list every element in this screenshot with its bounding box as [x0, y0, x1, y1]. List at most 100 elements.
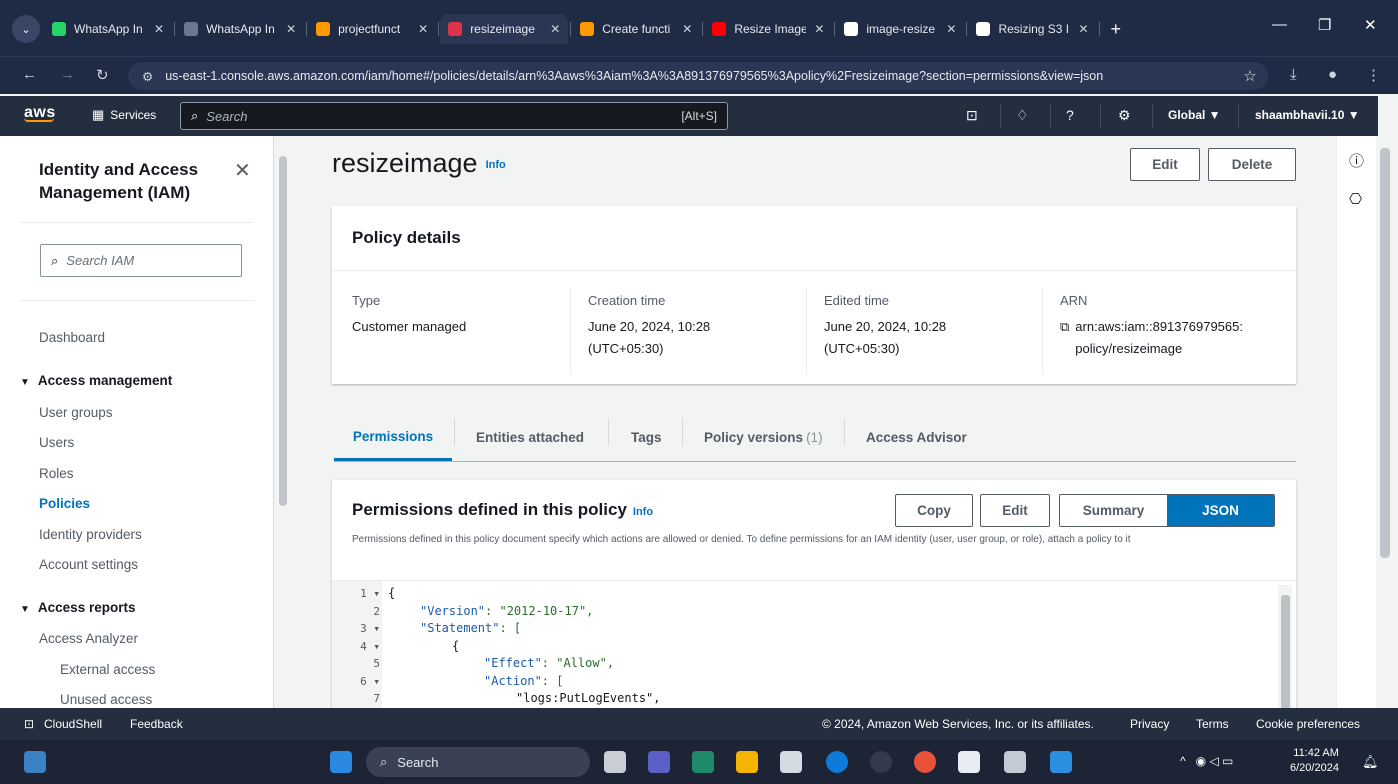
- clock[interactable]: 11:42 AM 6/20/2024: [1290, 746, 1339, 776]
- info-panel-icon[interactable]: ⓘ: [1349, 150, 1364, 171]
- download-icon[interactable]: ⤓: [1290, 66, 1297, 83]
- tab-permissions[interactable]: Permissions: [334, 414, 452, 461]
- info-link[interactable]: Info: [486, 159, 506, 171]
- sidebar-section-access-management[interactable]: ▼ Access management: [20, 373, 172, 388]
- search-iam-input[interactable]: ⌕ Search IAM: [40, 244, 242, 277]
- tab-entities-attached[interactable]: Entities attached: [476, 414, 584, 460]
- sidebar-item-account-settings[interactable]: Account settings: [39, 557, 138, 572]
- region-selector[interactable]: Global ▼: [1168, 108, 1221, 122]
- browser-menu-icon[interactable]: ⋮: [1366, 66, 1381, 84]
- help-icon[interactable]: ?: [1066, 107, 1074, 123]
- close-window-icon[interactable]: ✕: [1364, 16, 1377, 34]
- sidebar-item-user-groups[interactable]: User groups: [39, 405, 113, 420]
- close-tab-icon[interactable]: ✕: [550, 22, 560, 36]
- app-icon[interactable]: [780, 751, 802, 773]
- windows-start-icon[interactable]: [330, 751, 352, 773]
- cookie-preferences-link[interactable]: Cookie preferences: [1256, 717, 1360, 731]
- summary-toggle[interactable]: Summary: [1060, 495, 1167, 526]
- browser-tab[interactable]: Resizing S3 I ✕: [968, 14, 1100, 44]
- sidebar-item-identity-providers[interactable]: Identity providers: [39, 527, 142, 542]
- aws-search-input[interactable]: ⌕ Search [Alt+S]: [180, 102, 728, 130]
- sidebar-scroll-thumb[interactable]: [279, 156, 287, 506]
- aws-icon: [316, 22, 331, 36]
- editor-scroll-thumb[interactable]: [1281, 595, 1290, 709]
- site-settings-icon[interactable]: ⚙: [142, 69, 153, 84]
- new-tab-button[interactable]: +: [1111, 19, 1122, 40]
- json-toggle[interactable]: JSON: [1167, 495, 1274, 526]
- sidebar-item-unused-access[interactable]: Unused access: [60, 692, 152, 707]
- browser-tab[interactable]: image-resize ✕: [836, 14, 968, 44]
- cloudshell-icon[interactable]: ⊡: [966, 107, 978, 124]
- json-editor[interactable]: 1 ▾ 2 3 ▾ 4 ▾ 5 6 ▾ 7 {"Version": "2012-10-17"…: [332, 580, 1296, 709]
- notification-bell-icon[interactable]: 🔔︎: [1362, 754, 1379, 770]
- close-tab-icon[interactable]: ✕: [682, 22, 692, 36]
- privacy-link[interactable]: Privacy: [1130, 717, 1169, 731]
- forward-icon[interactable]: →: [60, 66, 75, 83]
- feedback-panel-icon[interactable]: ⎔: [1349, 190, 1362, 208]
- taskbar-search[interactable]: ⌕ Search: [366, 747, 590, 777]
- bookmark-star-icon[interactable]: ☆: [1243, 67, 1256, 85]
- settings-gear-icon[interactable]: ⚙: [1118, 107, 1131, 124]
- edit-policy-button[interactable]: Edit: [1130, 148, 1200, 181]
- edited-value: June 20, 2024, 10:28 (UTC+05:30): [824, 319, 947, 356]
- sidebar-item-external-access[interactable]: External access: [60, 662, 155, 677]
- info-link[interactable]: Info: [633, 506, 653, 518]
- tab-tags[interactable]: Tags: [631, 414, 662, 460]
- tab-access-advisor[interactable]: Access Advisor: [866, 414, 967, 460]
- app-icon[interactable]: [958, 751, 980, 773]
- sidebar-item-roles[interactable]: Roles: [39, 466, 74, 481]
- sidebar-item-access-analyzer[interactable]: Access Analyzer: [39, 631, 138, 646]
- close-sidebar-icon[interactable]: ✕: [234, 158, 251, 183]
- file-explorer-icon[interactable]: [736, 751, 758, 773]
- back-icon[interactable]: ←: [22, 66, 37, 83]
- edge-icon[interactable]: [826, 751, 848, 773]
- line-number: 5: [373, 657, 380, 670]
- line-number: 7: [373, 692, 380, 705]
- tab-policy-versions[interactable]: Policy versions (1): [704, 414, 823, 460]
- sidebar-item-users[interactable]: Users: [39, 435, 74, 450]
- browser-tab[interactable]: Resize Image ✕: [704, 14, 836, 44]
- close-tab-icon[interactable]: ✕: [1078, 22, 1088, 36]
- close-tab-icon[interactable]: ✕: [946, 22, 956, 36]
- reload-icon[interactable]: ↻: [96, 66, 109, 84]
- cloudshell-icon[interactable]: ⊡: [24, 717, 34, 731]
- aws-logo[interactable]: aws: [24, 104, 56, 122]
- system-tray[interactable]: ^ ◉ ◁ ▭: [1180, 754, 1233, 768]
- edit-permissions-button[interactable]: Edit: [980, 494, 1050, 527]
- close-tab-icon[interactable]: ✕: [286, 22, 296, 36]
- terms-link[interactable]: Terms: [1196, 717, 1229, 731]
- task-view-icon[interactable]: [604, 751, 626, 773]
- delete-policy-button[interactable]: Delete: [1208, 148, 1296, 181]
- cloudshell-link[interactable]: CloudShell: [44, 717, 102, 731]
- sidebar-item-policies[interactable]: Policies: [39, 496, 90, 511]
- page-scroll-thumb[interactable]: [1380, 148, 1390, 558]
- browser-tab[interactable]: Create functi ✕: [572, 14, 704, 44]
- sidebar-section-access-reports[interactable]: ▼ Access reports: [20, 600, 135, 615]
- browser-tab[interactable]: WhatsApp In ✕: [176, 14, 308, 44]
- browser-tab[interactable]: projectfunct ✕: [308, 14, 440, 44]
- restore-icon[interactable]: ❐: [1318, 16, 1331, 34]
- tab-search-icon[interactable]: ⌄: [12, 15, 40, 43]
- url-field[interactable]: ⚙ us-east-1.console.aws.amazon.com/iam/h…: [128, 62, 1268, 90]
- app-icon[interactable]: [1004, 751, 1026, 773]
- teams-icon[interactable]: [648, 751, 670, 773]
- services-menu-button[interactable]: ▦ Services: [92, 107, 156, 123]
- store-icon[interactable]: [692, 751, 714, 773]
- chrome-icon[interactable]: [914, 751, 936, 773]
- widgets-icon[interactable]: [24, 751, 46, 773]
- notifications-icon[interactable]: ♢: [1016, 107, 1029, 124]
- close-tab-icon[interactable]: ✕: [154, 22, 164, 36]
- account-menu[interactable]: shaambhavii.10 ▼: [1255, 108, 1360, 122]
- minimize-icon[interactable]: —: [1272, 16, 1287, 33]
- browser-tab[interactable]: resizeimage ✕: [440, 14, 572, 44]
- copy-button[interactable]: Copy: [895, 494, 973, 527]
- app-icon[interactable]: [870, 751, 892, 773]
- sidebar-item-dashboard[interactable]: Dashboard: [39, 330, 105, 345]
- vscode-icon[interactable]: [1050, 751, 1072, 773]
- close-tab-icon[interactable]: ✕: [814, 22, 824, 36]
- copy-icon[interactable]: ⧉: [1060, 316, 1069, 360]
- close-tab-icon[interactable]: ✕: [418, 22, 428, 36]
- profile-icon[interactable]: ●: [1328, 66, 1337, 83]
- browser-tab[interactable]: WhatsApp In ✕: [44, 14, 176, 44]
- feedback-link[interactable]: Feedback: [130, 717, 183, 731]
